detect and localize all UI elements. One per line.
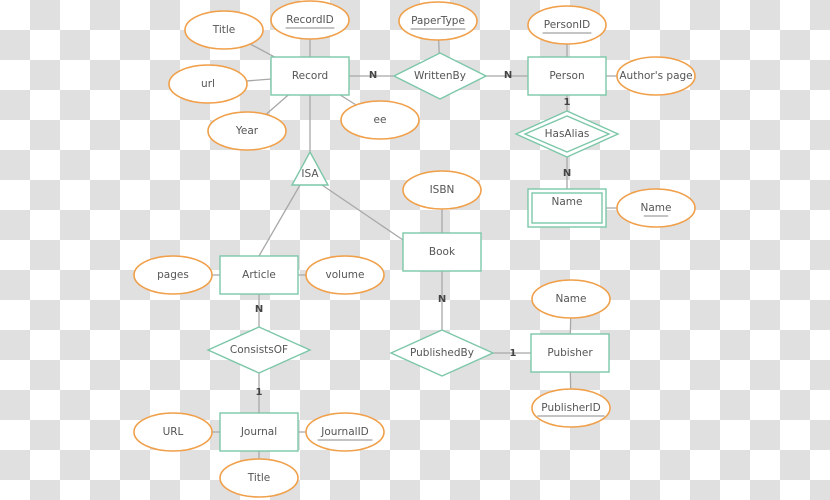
relationship-label: PublishedBy [410,347,474,359]
isa-label: ISA [301,168,319,180]
cardinality-label: N [438,294,446,305]
entity-publisher[interactable]: Pubisher [530,333,610,373]
attribute-label: url [201,78,215,90]
entity-label: Record [292,70,328,82]
attribute-journalid[interactable]: JournalID [305,412,385,452]
cardinality-label: N [563,168,571,179]
attribute-label: pages [157,269,189,281]
connector-isa-article [258,184,301,257]
attribute-label: PublisherID [541,402,600,414]
attribute-recordid[interactable]: RecordID [270,0,350,40]
attribute-pubname[interactable]: Name [531,279,611,319]
entity-label: Person [549,70,584,82]
relationship-label: WrittenBy [414,70,466,82]
attribute-label: Title [212,24,236,36]
attribute-label: URL [163,426,184,438]
entity-book[interactable]: Book [402,232,482,272]
attribute-label: Year [235,125,259,137]
attribute-label: ISBN [430,184,455,196]
attribute-jurl[interactable]: URL [133,412,213,452]
attribute-pages[interactable]: pages [133,255,213,295]
cardinality-label: N [504,70,512,81]
isa-triangle[interactable]: ISA [290,150,330,186]
entity-label: Pubisher [547,347,593,359]
er-diagram: Title RecordID url Year ee PaperType PersonID A… [133,0,696,498]
attribute-ee[interactable]: ee [340,100,420,140]
entity-record[interactable]: Record [270,56,350,96]
attribute-volume[interactable]: volume [305,255,385,295]
cardinality-label: N [255,304,263,315]
attribute-url[interactable]: url [168,64,248,104]
attribute-isbn[interactable]: ISBN [402,170,482,210]
entity-label: Name [552,196,583,208]
attribute-label: ee [374,114,387,126]
relationship-writtenby[interactable]: WrittenBy [392,52,488,100]
attribute-label: JournalID [320,426,369,438]
relationship-consistsof[interactable]: ConsistsOF [206,326,312,374]
relationship-label: HasAlias [545,128,590,140]
attribute-label: PersonID [544,19,590,31]
entity-label: Journal [240,426,277,438]
attribute-label: PaperType [411,15,465,27]
relationship-hasalias[interactable]: HasAlias [514,110,620,158]
attribute-personid[interactable]: PersonID [527,5,607,45]
attribute-label: RecordID [286,14,333,26]
attribute-jtitle[interactable]: Title [219,458,299,498]
attribute-label: Name [556,293,587,305]
attribute-label: Title [247,472,271,484]
attribute-publisherid[interactable]: PublisherID [531,388,611,428]
attribute-papertype[interactable]: PaperType [398,1,478,41]
entity-alias_name[interactable]: Name [527,188,607,228]
attribute-label: Name [641,202,672,214]
attribute-authorpage[interactable]: Author's page [616,56,696,96]
cardinality-label: 1 [256,387,263,398]
entity-label: Book [429,246,456,258]
entity-journal[interactable]: Journal [219,412,299,452]
attribute-label: volume [326,269,365,281]
cardinality-label: 1 [564,97,571,108]
relationship-label: ConsistsOF [230,344,288,356]
attribute-label: Author's page [619,70,692,82]
attribute-name[interactable]: Name [616,188,696,228]
entity-person[interactable]: Person [527,56,607,96]
entity-label: Article [242,269,276,281]
entity-article[interactable]: Article [219,255,299,295]
attribute-title[interactable]: Title [184,10,264,50]
cardinality-label: N [369,70,377,81]
attribute-year[interactable]: Year [207,111,287,151]
connector-isa-book [321,184,404,241]
relationship-publishedby[interactable]: PublishedBy [389,329,495,377]
cardinality-label: 1 [510,348,517,359]
